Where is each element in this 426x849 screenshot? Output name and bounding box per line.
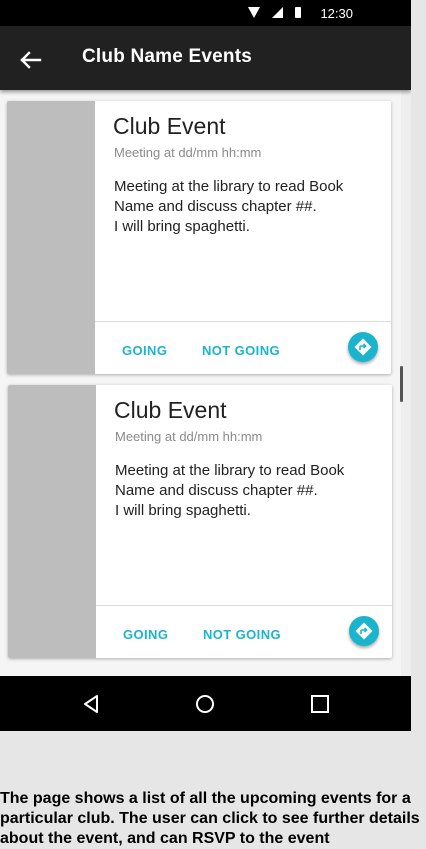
- square-recents-icon: [311, 695, 329, 713]
- card-divider: [96, 605, 392, 606]
- status-icons: [248, 7, 301, 18]
- not-going-button[interactable]: NOT GOING: [202, 343, 280, 358]
- event-title: Club Event: [114, 397, 227, 423]
- phone-screen: 12:30 Club Name Events Club Event Meetin…: [0, 0, 411, 731]
- arrow-left-icon: [20, 51, 42, 69]
- directions-button[interactable]: [349, 616, 379, 646]
- event-card[interactable]: Club Event Meeting at dd/mm hh:mm Meetin…: [7, 101, 391, 374]
- caption-text: The page shows a list of all the upcomin…: [0, 790, 420, 847]
- event-list[interactable]: Club Event Meeting at dd/mm hh:mm Meetin…: [0, 90, 411, 676]
- event-meta: Meeting at dd/mm hh:mm: [114, 145, 262, 160]
- going-button[interactable]: GOING: [122, 343, 167, 358]
- event-card[interactable]: Club Event Meeting at dd/mm hh:mm Meetin…: [8, 385, 392, 658]
- event-description: Meeting at the library to read Book Name…: [114, 178, 344, 235]
- event-meta: Meeting at dd/mm hh:mm: [115, 429, 263, 444]
- back-button[interactable]: [12, 42, 48, 78]
- circle-home-icon: [196, 695, 214, 713]
- status-bar: 12:30: [0, 0, 411, 26]
- app-bar: Club Name Events: [0, 26, 411, 90]
- page-title: Club Name Events: [82, 46, 253, 67]
- going-button[interactable]: GOING: [123, 627, 168, 642]
- directions-icon: [354, 338, 372, 356]
- status-time: 12:30: [320, 6, 353, 21]
- nav-back-button[interactable]: [80, 692, 104, 716]
- event-title: Club Event: [113, 113, 226, 139]
- directions-button[interactable]: [348, 332, 378, 362]
- wifi-icon: [248, 7, 260, 18]
- nav-home-button[interactable]: [193, 692, 217, 716]
- system-nav-bar: [0, 676, 411, 731]
- scrollbar[interactable]: [400, 366, 403, 402]
- not-going-button[interactable]: NOT GOING: [203, 627, 281, 642]
- battery-icon: [295, 7, 301, 18]
- triangle-back-icon: [84, 695, 98, 713]
- nav-recents-button[interactable]: [308, 692, 332, 716]
- card-divider: [95, 321, 391, 322]
- event-description: Meeting at the library to read Book Name…: [115, 462, 345, 519]
- event-image: [8, 385, 96, 658]
- event-image: [7, 101, 95, 374]
- signal-icon: [272, 7, 283, 18]
- directions-icon: [355, 622, 373, 640]
